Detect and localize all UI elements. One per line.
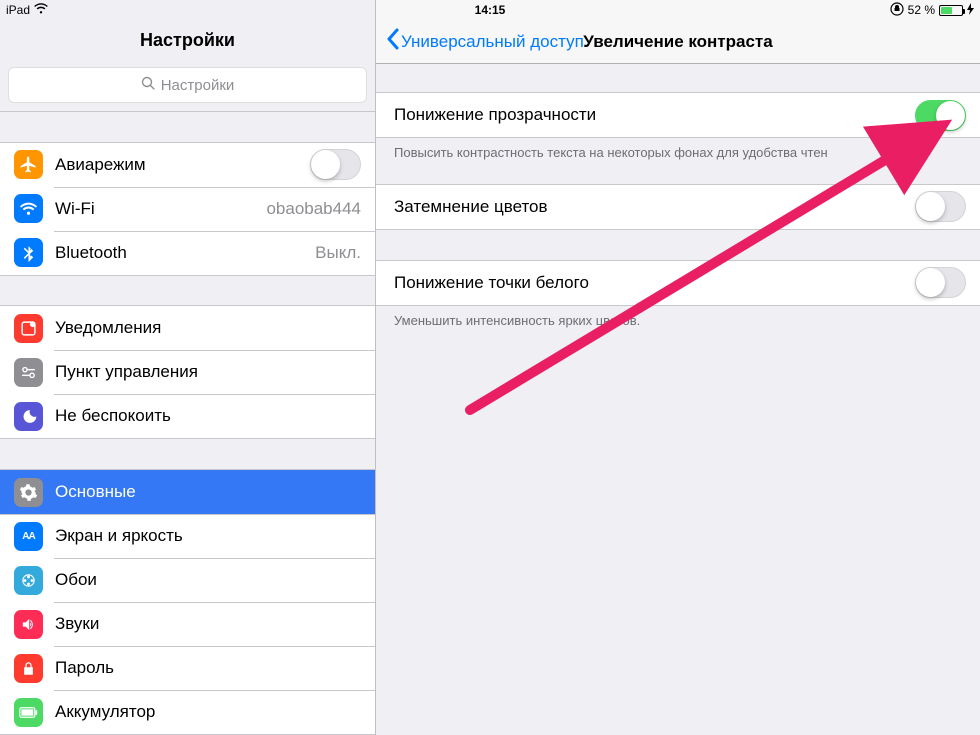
row-label: Понижение точки белого (394, 273, 915, 293)
sidebar-item-notifications[interactable]: Уведомления (0, 306, 375, 350)
sidebar-group-connectivity: Авиарежим Wi-Fi obaobab444 Bluetooth Вык… (0, 142, 375, 276)
sidebar-item-general[interactable]: Основные (0, 470, 375, 514)
wifi-network-name: obaobab444 (266, 199, 361, 219)
sidebar-item-airplane[interactable]: Авиарежим (0, 143, 375, 187)
bluetooth-status: Выкл. (315, 243, 361, 263)
device-name: iPad (6, 3, 30, 17)
wifi-settings-icon (14, 194, 43, 223)
lock-icon (14, 654, 43, 683)
sidebar-item-label: Wi-Fi (55, 199, 266, 219)
sidebar-item-label: Пункт управления (55, 362, 375, 382)
sidebar-item-label: Аккумулятор (55, 702, 375, 722)
darken-colors-toggle[interactable] (915, 191, 966, 222)
status-time: 14:15 (475, 3, 506, 17)
sidebar-item-wallpaper[interactable]: Обои (0, 558, 375, 602)
whitepoint-footer: Уменьшить интенсивность ярких цветов. (376, 306, 980, 330)
detail-pane: Универсальный доступ Увеличение контраст… (376, 0, 980, 735)
sidebar-item-display-brightness[interactable]: AA Экран и яркость (0, 514, 375, 558)
sidebar-item-battery[interactable]: Аккумулятор (0, 690, 375, 734)
sidebar-item-do-not-disturb[interactable]: Не беспокоить (0, 394, 375, 438)
orientation-lock-icon (890, 2, 904, 19)
wifi-icon (34, 3, 48, 17)
sidebar-item-label: Звуки (55, 614, 375, 634)
row-darken-colors[interactable]: Затемнение цветов (376, 185, 980, 229)
row-reduce-white-point[interactable]: Понижение точки белого (376, 261, 980, 305)
charging-icon (967, 3, 974, 18)
sidebar-item-label: Пароль (55, 658, 375, 678)
sidebar-item-passcode[interactable]: Пароль (0, 646, 375, 690)
reduce-transparency-toggle[interactable] (915, 100, 966, 131)
bluetooth-icon (14, 238, 43, 267)
detail-section-darken: Затемнение цветов (376, 184, 980, 230)
sidebar-item-sounds[interactable]: Звуки (0, 602, 375, 646)
sidebar-item-label: Авиарежим (55, 155, 310, 175)
detail-section-transparency: Понижение прозрачности (376, 92, 980, 138)
gear-icon (14, 478, 43, 507)
airplane-icon (14, 150, 43, 179)
sidebar-item-label: Bluetooth (55, 243, 315, 263)
sidebar-item-control-center[interactable]: Пункт управления (0, 350, 375, 394)
detail-section-whitepoint: Понижение точки белого (376, 260, 980, 306)
search-placeholder: Настройки (161, 77, 235, 94)
sidebar-item-label: Уведомления (55, 318, 375, 338)
detail-title: Увеличение контраста (583, 32, 772, 52)
sidebar-item-label: Основные (55, 482, 375, 502)
battery-percent: 52 % (908, 3, 935, 17)
sidebar-item-label: Экран и яркость (55, 526, 375, 546)
back-button[interactable]: Универсальный доступ (386, 28, 584, 55)
sidebar-item-label: Обои (55, 570, 375, 590)
search-icon (141, 76, 155, 94)
sidebar-item-bluetooth[interactable]: Bluetooth Выкл. (0, 231, 375, 275)
sidebar-item-wifi[interactable]: Wi-Fi obaobab444 (0, 187, 375, 231)
airplane-toggle[interactable] (310, 149, 361, 180)
reduce-white-point-toggle[interactable] (915, 267, 966, 298)
status-bar: iPad 14:15 52 % (0, 0, 980, 20)
sidebar-group-alerts: Уведомления Пункт управления Не беспокои… (0, 305, 375, 439)
row-label: Понижение прозрачности (394, 105, 915, 125)
row-reduce-transparency[interactable]: Понижение прозрачности (376, 93, 980, 137)
wallpaper-icon (14, 566, 43, 595)
transparency-footer: Повысить контрастность текста на некотор… (376, 138, 980, 162)
moon-icon (14, 402, 43, 431)
sidebar-item-label: Не беспокоить (55, 406, 375, 426)
text-size-icon: AA (14, 522, 43, 551)
notifications-icon (14, 314, 43, 343)
sidebar-group-general: Основные AA Экран и яркость Обои Звуки (0, 469, 375, 735)
back-label: Универсальный доступ (401, 32, 584, 52)
battery-settings-icon (14, 698, 43, 727)
search-input[interactable]: Настройки (8, 67, 367, 103)
settings-sidebar: Настройки Настройки Авиарежим (0, 0, 376, 735)
speaker-icon (14, 610, 43, 639)
control-center-icon (14, 358, 43, 387)
battery-icon (939, 5, 963, 16)
chevron-left-icon (386, 28, 399, 55)
row-label: Затемнение цветов (394, 197, 915, 217)
